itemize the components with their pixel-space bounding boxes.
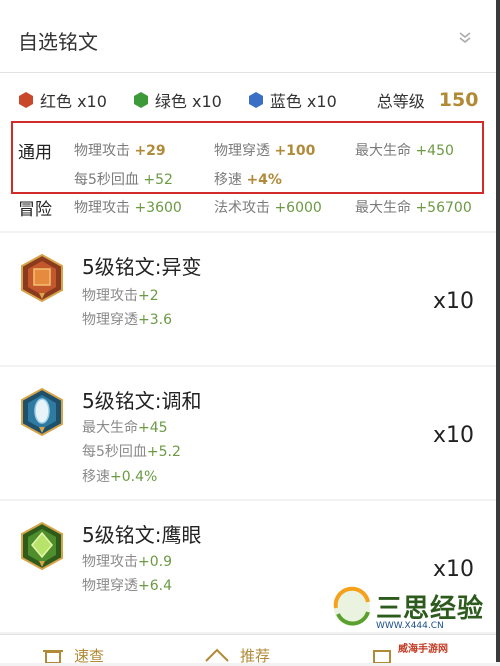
stat-item: 法术攻击 +6000 — [214, 200, 322, 216]
hexagon-icon — [133, 92, 148, 108]
color-counts: 红色 x10 绿色 x10 蓝色 x10 总等级 150 — [18, 87, 486, 113]
rune-count: x10 — [432, 423, 474, 448]
adventure-stats-row: 冒险 物理攻击 +3600 法术攻击 +6000 最大生命 +56700 — [18, 196, 488, 220]
total-level-value: 150 — [438, 89, 479, 111]
home-icon — [205, 648, 229, 662]
watermark-url: WWW.X444.CN — [376, 621, 444, 631]
rune-name: 5级铭文:鹰眼 — [82, 523, 202, 547]
hexagon-icon — [248, 92, 263, 108]
watermark-logo-icon — [333, 586, 370, 626]
blue-rune-icon — [21, 387, 63, 437]
hexagon-icon — [19, 92, 33, 108]
tab-recommend[interactable]: 推荐 — [240, 645, 270, 666]
adventure-label: 冒险 — [18, 199, 52, 220]
rune-attr: 物理攻击+2 — [82, 288, 159, 304]
rune-attr: 移速+0.4% — [82, 469, 158, 485]
rune-name: 5级铭文:调和 — [82, 389, 202, 413]
color-count-label: 红色 x10 — [40, 92, 107, 111]
rune-attr: 物理穿透+6.4 — [82, 578, 172, 594]
rune-card[interactable]: 5级铭文:异变 物理攻击+2 物理穿透+3.6 x10 — [0, 233, 496, 365]
header: 自选铭文 — [0, 0, 496, 73]
red-rune-icon — [21, 253, 63, 303]
rune-attr: 每5秒回血+5.2 — [82, 444, 181, 460]
color-count-label: 绿色 x10 — [154, 92, 222, 111]
chevron-double-down-icon[interactable] — [458, 32, 472, 44]
rune-count: x10 — [432, 557, 474, 582]
rune-card[interactable]: 5级铭文:调和 最大生命+45 每5秒回血+5.2 移速+0.4% x10 — [0, 367, 496, 499]
green-rune-icon — [21, 521, 63, 571]
rune-count: x10 — [432, 289, 474, 314]
rune-attr: 最大生命+45 — [82, 420, 168, 436]
rune-name: 5级铭文:异变 — [82, 255, 202, 279]
trash-icon — [43, 650, 63, 663]
highlight-box — [11, 121, 484, 194]
rune-attr: 物理穿透+3.6 — [82, 312, 172, 328]
watermark-brand: 三思经验 — [376, 594, 485, 624]
watermark-site: 威海手游网 — [398, 644, 448, 655]
color-count-green: 绿色 x10 — [133, 88, 222, 112]
stat-item: 最大生命 +56700 — [355, 200, 472, 216]
stat-item: 物理攻击 +3600 — [74, 200, 182, 216]
total-level-label: 总等级 — [376, 92, 425, 111]
page-title: 自选铭文 — [18, 30, 98, 54]
color-count-blue: 蓝色 x10 — [248, 88, 337, 112]
color-count-label: 蓝色 x10 — [269, 92, 337, 111]
watermark: 三思经验 WWW.X444.CN 威海手游网 — [330, 584, 490, 656]
tab-quick-lookup[interactable]: 速查 — [74, 645, 104, 666]
color-count-red: 红色 x10 — [18, 88, 107, 112]
screen-edge — [496, 0, 500, 662]
rune-attr: 物理攻击+0.9 — [82, 554, 172, 570]
